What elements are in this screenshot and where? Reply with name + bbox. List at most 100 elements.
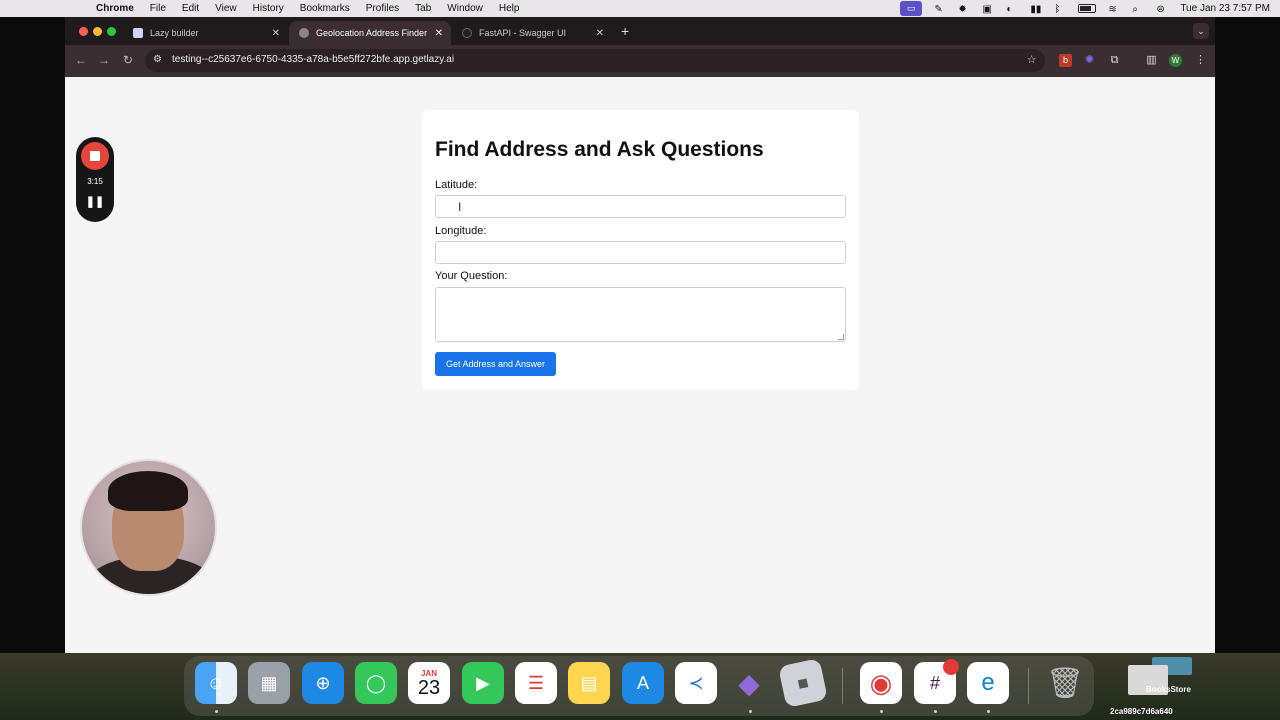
lazy-favicon-icon <box>133 28 143 38</box>
window-close-button[interactable] <box>79 27 88 36</box>
desktop-folder-label: BooksStore <box>1146 685 1191 694</box>
forward-arrow-icon[interactable]: → <box>98 53 110 67</box>
menu-file[interactable]: File <box>150 3 166 14</box>
safari-icon[interactable]: ⊕ <box>302 662 344 704</box>
new-tab-button[interactable]: + <box>621 23 629 39</box>
back-arrow-icon[interactable]: ← <box>75 53 87 67</box>
audio-levels-icon[interactable]: ▮▮ <box>1030 4 1042 15</box>
close-tab-icon[interactable]: ✕ <box>272 28 280 39</box>
longitude-input[interactable] <box>435 241 846 264</box>
swagger-favicon-icon <box>462 28 472 38</box>
webcam-bubble[interactable] <box>80 459 217 596</box>
messages-icon[interactable]: ◯ <box>355 662 397 704</box>
battery-icon[interactable] <box>1078 4 1097 13</box>
app-store-icon[interactable]: A <box>622 662 664 704</box>
stop-recording-button[interactable] <box>81 142 109 170</box>
page-title: Find Address and Ask Questions <box>435 138 764 161</box>
facetime-icon[interactable]: ▶ <box>462 662 504 704</box>
tab-strip: Lazy builder ✕ Geolocation Address Finde… <box>65 17 1215 45</box>
webcam-person-hair <box>108 471 188 511</box>
tab-title: Geolocation Address Finder <box>316 28 428 38</box>
screen: Chrome File Edit View History Bookmarks … <box>0 0 1280 720</box>
app-status-icon[interactable]: ▣ <box>982 4 994 15</box>
window-zoom-button[interactable] <box>107 27 116 36</box>
menu-tab[interactable]: Tab <box>415 3 431 14</box>
control-center-icon[interactable]: ⊜ <box>1156 4 1168 15</box>
status-area: ▭ ✎ ✹ ▣ ◐ ▮▮ ᛒ ≋ ⌕ ⊜ Tue Jan 23 7:57 PM <box>900 0 1270 17</box>
menu-help[interactable]: Help <box>499 3 520 14</box>
pen-icon[interactable]: ✎ <box>934 4 946 15</box>
chrome-icon[interactable]: ◉ <box>860 662 902 704</box>
screen-recorder-icon[interactable]: ▭ <box>900 1 923 16</box>
question-label: Your Question: <box>435 270 508 282</box>
page-viewport: Find Address and Ask Questions Latitude:… <box>65 77 1215 653</box>
dock-separator <box>842 668 843 704</box>
globe-icon[interactable]: ◐ <box>1006 4 1018 15</box>
running-indicator <box>987 710 990 713</box>
reminders-icon[interactable]: ☰ <box>515 662 557 704</box>
wifi-icon[interactable]: ≋ <box>1108 4 1120 15</box>
browser-window: Lazy builder ✕ Geolocation Address Finde… <box>65 17 1215 653</box>
menu-edit[interactable]: Edit <box>182 3 199 14</box>
edge-icon[interactable]: e <box>967 662 1009 704</box>
tab-lazy-builder[interactable]: Lazy builder ✕ <box>123 21 288 45</box>
notes-icon[interactable]: ▤ <box>568 662 610 704</box>
finder-icon[interactable]: ☺ <box>195 662 237 704</box>
pause-recording-icon[interactable]: ❚❚ <box>76 195 114 208</box>
running-indicator <box>934 710 937 713</box>
menu-history[interactable]: History <box>253 3 284 14</box>
reload-icon[interactable]: ↻ <box>123 53 133 67</box>
menu-view[interactable]: View <box>215 3 237 14</box>
site-info-icon[interactable]: ⚙ <box>153 54 162 65</box>
running-indicator <box>880 710 883 713</box>
address-form-card: Find Address and Ask Questions Latitude:… <box>422 110 859 390</box>
tab-geolocation-address-finder[interactable]: Geolocation Address Finder ✕ <box>289 21 451 45</box>
vscode-icon[interactable]: ≺ <box>675 662 717 704</box>
recording-timer: 3:15 <box>87 177 103 186</box>
longitude-label: Longitude: <box>435 225 487 237</box>
get-address-and-answer-button[interactable]: Get Address and Answer <box>435 352 556 376</box>
bookmark-star-icon[interactable]: ☆ <box>1025 54 1038 67</box>
bluetooth-icon[interactable]: ᛒ <box>1054 4 1066 15</box>
tab-title: FastAPI - Swagger UI <box>479 28 567 38</box>
running-indicator <box>749 710 752 713</box>
obsidian-icon[interactable]: ◆ <box>728 662 770 704</box>
latitude-input[interactable]: I <box>435 195 846 218</box>
calendar-icon[interactable]: JAN 23 <box>408 662 450 704</box>
window-minimize-button[interactable] <box>93 27 102 36</box>
address-bar-url[interactable]: testing--c25637e6-6750-4335-a78a-b5e5ff2… <box>172 54 454 65</box>
tab-title: Lazy builder <box>150 28 199 38</box>
spotlight-search-icon[interactable]: ⌕ <box>1132 4 1144 15</box>
tab-fastapi-swagger[interactable]: FastAPI - Swagger UI ✕ <box>452 21 612 45</box>
side-panel-icon[interactable]: ▥ <box>1145 54 1158 67</box>
menu-app-name[interactable]: Chrome <box>96 3 134 14</box>
latitude-label: Latitude: <box>435 179 478 191</box>
menubar-clock[interactable]: Tue Jan 23 7:57 PM <box>1180 3 1270 14</box>
globe-favicon-icon <box>299 28 309 38</box>
menu-bookmarks[interactable]: Bookmarks <box>300 3 350 14</box>
menu-window[interactable]: Window <box>447 3 483 14</box>
more-menu-icon[interactable]: ⋮ <box>1194 54 1207 67</box>
launchpad-icon[interactable]: ▦ <box>248 662 290 704</box>
running-indicator <box>215 710 218 713</box>
menu-profiles[interactable]: Profiles <box>366 3 399 14</box>
profile-avatar-icon[interactable]: W <box>1169 54 1182 67</box>
desktop-file-label: 2ca989c7d6a640 <box>1110 707 1173 716</box>
slack-notification-badge <box>943 659 959 675</box>
browser-toolbar: ← → ↻ ⚙ testing--c25637e6-6750-4335-a78a… <box>65 45 1215 77</box>
extension-gear-icon[interactable]: ✺ <box>1083 54 1096 67</box>
close-tab-icon[interactable]: ✕ <box>435 28 443 39</box>
trash-icon[interactable]: 🗑 <box>1044 662 1086 704</box>
question-textarea[interactable] <box>435 287 846 342</box>
calendar-day: 23 <box>417 676 441 699</box>
extension-b-icon[interactable]: b <box>1059 54 1072 67</box>
tab-search-chevron-icon[interactable]: ⌄ <box>1193 23 1209 39</box>
dock-separator <box>1028 668 1029 704</box>
address-bar[interactable]: ⚙ testing--c25637e6-6750-4335-a78a-b5e5f… <box>145 49 1045 72</box>
screen-recorder-widget: 3:15 ❚❚ <box>76 137 114 222</box>
extensions-puzzle-icon[interactable]: ⧉ <box>1108 54 1121 67</box>
gear-icon[interactable]: ✹ <box>958 4 970 15</box>
macos-menubar: Chrome File Edit View History Bookmarks … <box>0 0 1280 17</box>
close-tab-icon[interactable]: ✕ <box>596 28 604 39</box>
roblox-studio-icon[interactable]: ■ <box>778 658 828 708</box>
